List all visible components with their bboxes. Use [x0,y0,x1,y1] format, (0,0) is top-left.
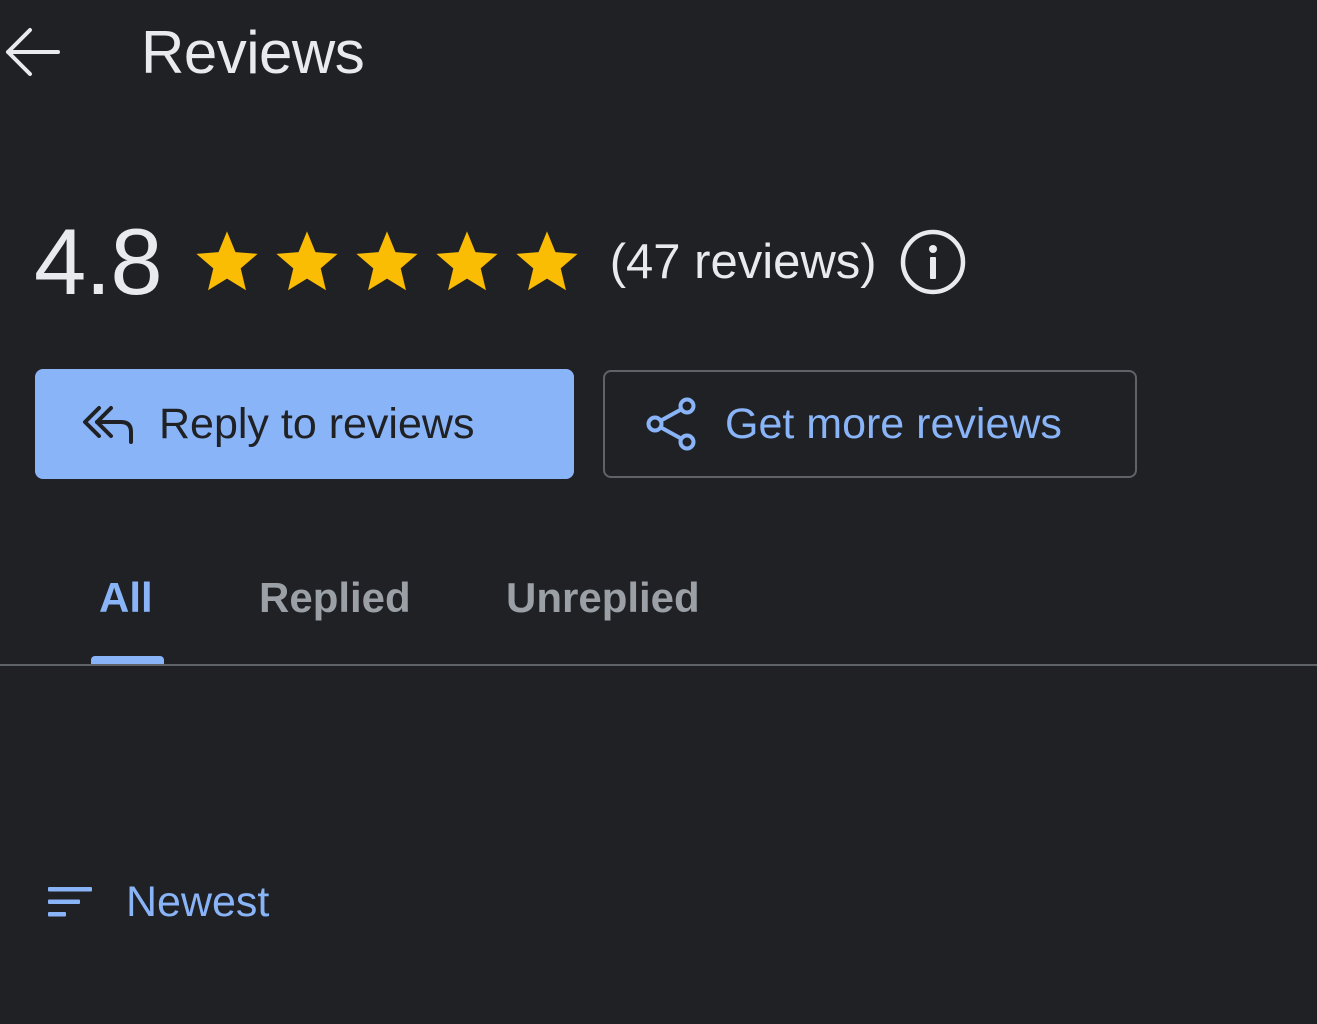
reply-to-reviews-label: Reply to reviews [159,399,475,448]
sort-icon [48,887,92,917]
tab-unreplied[interactable]: Unreplied [506,568,700,628]
reply-all-icon [83,406,133,444]
star-icon [196,231,258,291]
info-button[interactable] [899,228,967,296]
star-rating [192,227,582,297]
reply-to-reviews-button[interactable]: Reply to reviews [35,369,574,479]
get-more-reviews-label: Get more reviews [725,399,1062,448]
sort-label: Newest [126,877,270,926]
tabs-divider [0,664,1317,666]
tab-replied[interactable]: Replied [259,568,411,628]
star-icon [516,231,578,291]
tab-all[interactable]: All [99,568,153,628]
active-tab-indicator [91,656,164,664]
star-icon [356,231,418,291]
review-count: (47 reviews) [609,235,877,289]
get-more-reviews-button[interactable]: Get more reviews [603,370,1137,478]
reviews-page: Reviews 4.8 (47 reviews) Reply to review… [0,0,1317,1024]
page-title: Reviews [141,19,365,86]
info-icon [900,229,965,295]
star-icon [436,231,498,291]
star-icon [276,231,338,291]
rating-summary: 4.8 (47 reviews) [34,212,967,312]
share-icon [646,397,696,451]
arrow-back-icon [6,28,60,76]
rating-value: 4.8 [34,209,163,314]
sort-button[interactable]: Newest [46,872,269,932]
back-button[interactable] [0,20,64,84]
review-filter-tabs: All Replied Unreplied [0,540,1317,666]
